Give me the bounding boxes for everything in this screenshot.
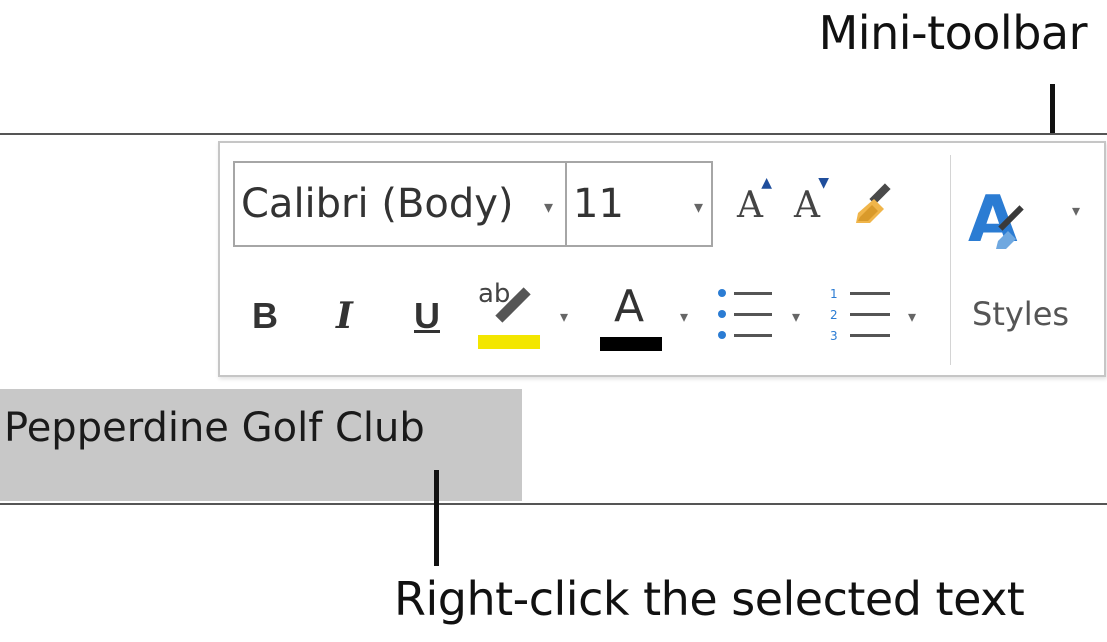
svg-text:1: 1 bbox=[830, 287, 838, 301]
chevron-down-icon[interactable]: ▾ bbox=[1072, 201, 1080, 221]
right-click-callout: Right-click the selected text bbox=[394, 572, 1025, 626]
chevron-down-icon[interactable]: ▾ bbox=[792, 307, 800, 327]
chevron-down-icon[interactable]: ▾ bbox=[544, 197, 553, 218]
font-color-icon: A bbox=[614, 281, 645, 332]
grow-font-icon: A bbox=[737, 184, 763, 226]
numbering-icon: 1 2 3 bbox=[830, 287, 890, 343]
styles-button[interactable]: A bbox=[960, 161, 1096, 367]
right-click-leader-line bbox=[434, 470, 439, 566]
grow-font-button[interactable]: A ▲ bbox=[728, 175, 772, 233]
chevron-down-icon[interactable]: ▾ bbox=[560, 307, 568, 327]
numbering-button[interactable]: 1 2 3 bbox=[830, 283, 892, 345]
highlight-button[interactable]: ab bbox=[478, 279, 544, 351]
chevron-down-icon[interactable]: ▾ bbox=[908, 307, 916, 327]
shrink-font-icon: A bbox=[794, 184, 820, 226]
selected-text[interactable]: Pepperdine Golf Club bbox=[4, 405, 425, 451]
font-color-button[interactable]: A bbox=[600, 279, 666, 353]
font-color-swatch bbox=[600, 337, 662, 351]
underline-button[interactable]: U bbox=[414, 295, 440, 337]
bullets-button[interactable] bbox=[716, 283, 774, 345]
styles-icon: A bbox=[968, 183, 1024, 257]
format-painter-icon bbox=[856, 183, 891, 223]
italic-button[interactable]: I bbox=[336, 295, 353, 337]
format-painter-button[interactable] bbox=[848, 173, 908, 233]
shrink-font-button[interactable]: A ▼ bbox=[785, 175, 829, 233]
chevron-down-icon[interactable]: ▾ bbox=[694, 197, 703, 218]
mini-toolbar: Calibri (Body) ▾ 11 ▾ A ▲ A ▼ A ▾ Styles… bbox=[218, 141, 1106, 377]
chevron-down-icon[interactable]: ▾ bbox=[680, 307, 688, 327]
bullets-icon bbox=[718, 289, 772, 339]
toolbar-separator bbox=[950, 155, 951, 365]
caret-down-icon: ▼ bbox=[818, 175, 829, 191]
mini-toolbar-callout: Mini-toolbar bbox=[818, 6, 1088, 60]
highlighter-icon bbox=[478, 287, 540, 349]
svg-text:3: 3 bbox=[830, 329, 838, 343]
font-name-combobox[interactable]: Calibri (Body) ▾ bbox=[233, 161, 567, 247]
caret-up-icon: ▲ bbox=[761, 175, 772, 191]
font-name-value: Calibri (Body) bbox=[241, 181, 514, 227]
font-size-combobox[interactable]: 11 ▾ bbox=[565, 161, 713, 247]
font-size-value: 11 bbox=[573, 181, 624, 227]
styles-label: Styles bbox=[972, 295, 1070, 333]
svg-text:2: 2 bbox=[830, 308, 838, 322]
bold-button[interactable]: B bbox=[252, 295, 278, 337]
